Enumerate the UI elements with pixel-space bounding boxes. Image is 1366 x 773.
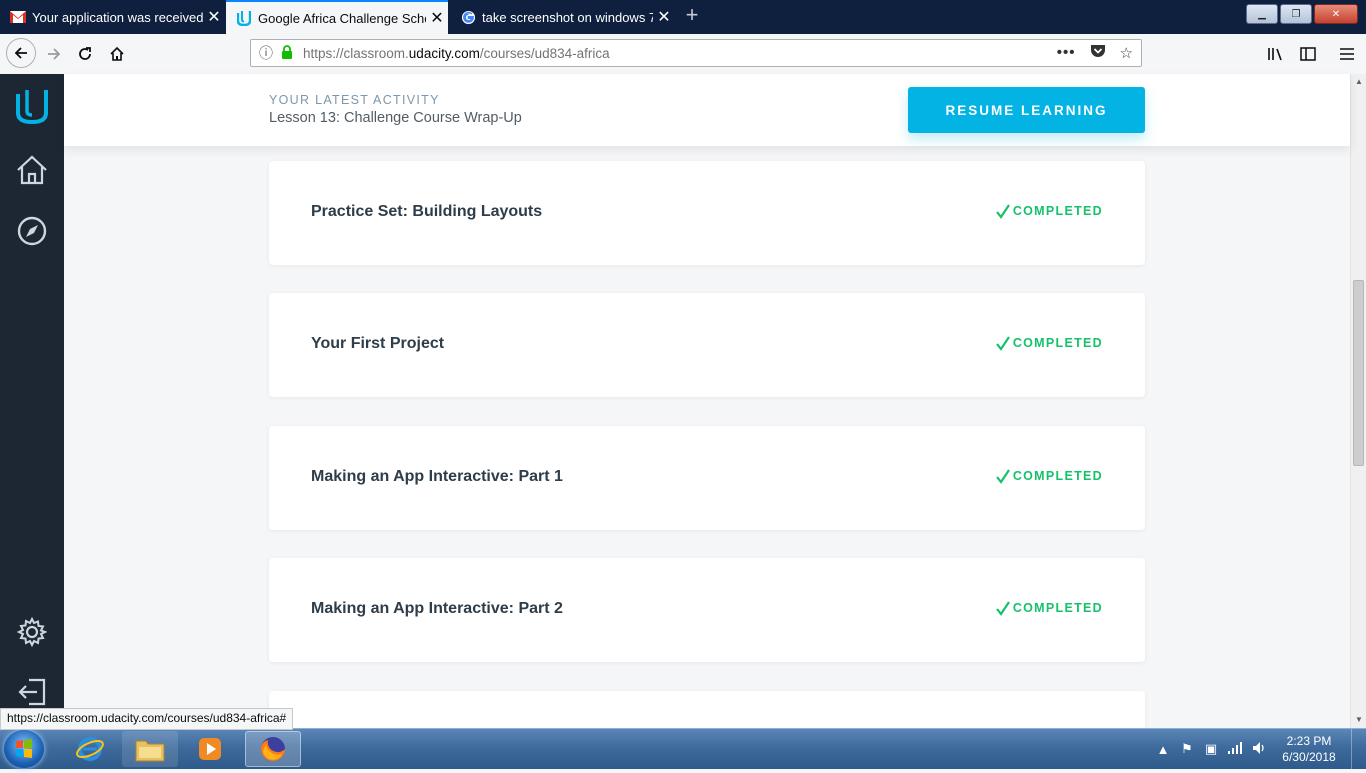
- close-tab-icon[interactable]: ✕: [653, 7, 675, 27]
- windows-logo-icon: [16, 739, 32, 758]
- lesson-card[interactable]: Your First Project COMPLETED: [269, 293, 1145, 397]
- checkmark-icon: [995, 336, 1010, 351]
- media-player-icon[interactable]: [182, 731, 238, 767]
- tab-google[interactable]: take screenshot on windows 7 ✕: [450, 0, 675, 34]
- window-controls: ▁ ❐ ✕: [1246, 4, 1358, 24]
- network-signal-icon[interactable]: [1223, 741, 1247, 757]
- url-bar[interactable]: ⓘ https://classroom. udacity.com/courses/…: [250, 39, 1142, 67]
- completed-label: COMPLETED: [1012, 336, 1103, 350]
- minimize-icon[interactable]: ▁: [1246, 4, 1278, 24]
- volume-icon[interactable]: [1247, 741, 1271, 758]
- latest-activity-label: YOUR LATEST ACTIVITY: [269, 93, 440, 107]
- checkmark-icon: [995, 204, 1010, 219]
- link-status-url: https://classroom.udacity.com/courses/ud…: [0, 708, 294, 730]
- more-actions-icon[interactable]: •••: [1057, 44, 1076, 63]
- lesson-status: COMPLETED: [995, 468, 1103, 484]
- url-domain: udacity.com: [408, 45, 480, 61]
- lesson-title: Practice Set: Building Layouts: [311, 203, 543, 220]
- sidebar-toggle-icon[interactable]: [1294, 40, 1322, 68]
- internet-explorer-icon[interactable]: [62, 731, 118, 767]
- close-tab-icon[interactable]: ✕: [203, 7, 225, 27]
- compass-icon[interactable]: [14, 213, 50, 249]
- checkmark-icon: [995, 469, 1010, 484]
- clock-date: 6/30/2018: [1282, 750, 1336, 764]
- udacity-logo-icon[interactable]: [14, 88, 50, 125]
- reload-icon[interactable]: [71, 40, 99, 68]
- lesson-card[interactable]: Making an App Interactive: Part 2 COMPLE…: [269, 558, 1145, 662]
- gmail-icon: [10, 9, 26, 25]
- scroll-up-icon[interactable]: ▲: [1351, 74, 1366, 90]
- info-icon[interactable]: ⓘ: [259, 43, 281, 63]
- resume-learning-button[interactable]: RESUME LEARNING: [908, 87, 1145, 133]
- file-explorer-icon[interactable]: [122, 731, 178, 767]
- clock-time: 2:23 PM: [1286, 734, 1332, 748]
- library-icon[interactable]: [1262, 40, 1290, 68]
- show-hidden-icons[interactable]: ▲: [1151, 742, 1175, 757]
- scroll-down-icon[interactable]: ▼: [1351, 712, 1366, 728]
- lesson-card-partial[interactable]: [269, 691, 1145, 728]
- new-tab-icon[interactable]: +: [680, 4, 704, 28]
- url-actions: ••• ☆: [1057, 44, 1141, 63]
- lesson-card[interactable]: Making an App Interactive: Part 1 COMPLE…: [269, 426, 1145, 530]
- bookmark-star-icon[interactable]: ☆: [1120, 44, 1133, 63]
- completed-label: COMPLETED: [1012, 204, 1103, 218]
- lesson-status: COMPLETED: [995, 335, 1103, 351]
- completed-label: COMPLETED: [1012, 601, 1103, 615]
- lesson-status: COMPLETED: [995, 203, 1103, 219]
- lesson-title: Making an App Interactive: Part 2: [311, 600, 563, 617]
- home-icon[interactable]: [103, 40, 131, 68]
- tab-gmail[interactable]: Your application was received! ✕: [0, 0, 225, 34]
- tab-title: take screenshot on windows 7: [482, 9, 653, 25]
- url-path: /courses/ud834-africa: [479, 45, 610, 61]
- pocket-icon[interactable]: [1090, 44, 1106, 63]
- settings-gear-icon[interactable]: [14, 614, 50, 650]
- close-tab-icon[interactable]: ✕: [426, 8, 448, 28]
- page-scrollbar[interactable]: ▲ ▼: [1350, 74, 1366, 728]
- checkmark-icon: [995, 601, 1010, 616]
- action-center-flag-icon[interactable]: ⚑: [1175, 741, 1199, 757]
- home-icon[interactable]: [14, 152, 50, 188]
- lesson-status: COMPLETED: [995, 600, 1103, 616]
- udacity-icon: [236, 10, 252, 26]
- latest-activity-header: YOUR LATEST ACTIVITY Lesson 13: Challeng…: [64, 74, 1350, 146]
- url-prefix: https://classroom.: [303, 45, 409, 61]
- show-desktop-button[interactable]: [1351, 729, 1366, 769]
- tab-title: Google Africa Challenge Schola: [258, 10, 426, 26]
- tab-udacity[interactable]: Google Africa Challenge Schola ✕: [226, 0, 448, 34]
- udacity-sidebar: [0, 74, 64, 728]
- logout-icon[interactable]: [14, 674, 50, 710]
- system-tray: ▲ ⚑ ▣ 2:23 PM 6/30/2018: [1151, 729, 1366, 769]
- device-icon[interactable]: ▣: [1199, 741, 1223, 757]
- restore-icon[interactable]: ❐: [1280, 4, 1312, 24]
- menu-icon[interactable]: [1333, 40, 1361, 68]
- start-button[interactable]: [4, 730, 44, 768]
- back-icon[interactable]: [6, 38, 36, 68]
- lesson-card[interactable]: Practice Set: Building Layouts COMPLETED: [269, 161, 1145, 265]
- lesson-list: Practice Set: Building Layouts COMPLETED…: [64, 146, 1350, 728]
- lock-icon[interactable]: [281, 44, 297, 62]
- latest-activity-lesson[interactable]: Lesson 13: Challenge Course Wrap-Up: [269, 110, 522, 126]
- tab-title: Your application was received!: [32, 9, 203, 25]
- clock[interactable]: 2:23 PM 6/30/2018: [1271, 733, 1347, 765]
- scroll-thumb[interactable]: [1353, 280, 1364, 466]
- google-icon: [460, 9, 476, 25]
- tab-strip: Your application was received! ✕ Google …: [0, 0, 1366, 34]
- firefox-taskbar-icon[interactable]: [245, 731, 301, 767]
- close-window-icon[interactable]: ✕: [1314, 4, 1358, 24]
- windows-taskbar: ▲ ⚑ ▣ 2:23 PM 6/30/2018: [0, 728, 1366, 769]
- lesson-title: Making an App Interactive: Part 1: [311, 468, 563, 485]
- navigation-bar: ⓘ https://classroom. udacity.com/courses/…: [0, 34, 1366, 75]
- completed-label: COMPLETED: [1012, 469, 1103, 483]
- lesson-title: Your First Project: [311, 335, 445, 352]
- forward-icon[interactable]: [40, 40, 68, 68]
